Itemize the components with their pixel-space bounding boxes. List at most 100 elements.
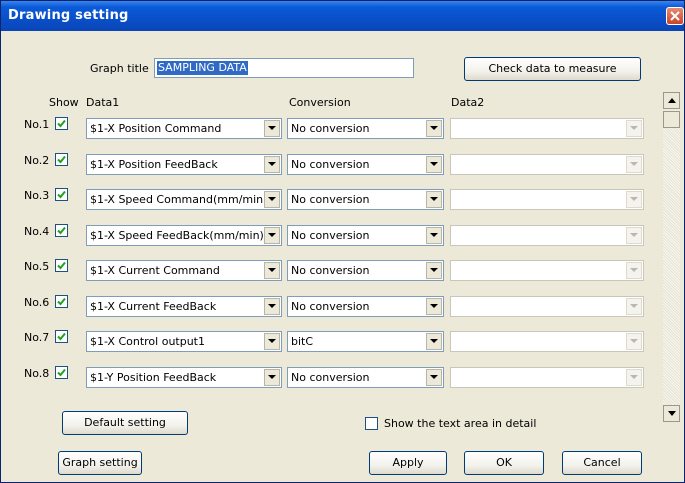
row-conversion-select[interactable]: No conversion — [287, 296, 444, 317]
default-setting-button[interactable]: Default setting — [62, 411, 188, 435]
row-conversion-value: No conversion — [291, 371, 370, 384]
row-data1-select[interactable]: $1-X Speed Command(mm/min) — [86, 189, 282, 210]
row-show-checkbox[interactable] — [55, 153, 68, 166]
scroll-up-button[interactable] — [663, 92, 680, 109]
row-data1-value: $1-X Current FeedBack — [90, 300, 217, 313]
check-data-button[interactable]: Check data to measure — [464, 57, 641, 81]
detail-checkbox-label: Show the text area in detail — [384, 417, 537, 430]
header-show: Show — [49, 96, 79, 109]
dropdown-button[interactable] — [426, 333, 442, 350]
row-conversion-select[interactable]: No conversion — [287, 189, 444, 210]
row-data2-select[interactable] — [450, 189, 644, 210]
row-conversion-select[interactable]: No conversion — [287, 118, 444, 139]
row-conversion-value: No conversion — [291, 229, 370, 242]
row-conversion-value: No conversion — [291, 122, 370, 135]
row-data1-value: $1-X Control output1 — [90, 335, 205, 348]
row-number: No.7 — [24, 331, 50, 344]
row-number: No.1 — [24, 118, 50, 131]
dropdown-button[interactable] — [626, 262, 642, 279]
dropdown-button[interactable] — [426, 227, 442, 244]
row-data1-value: $1-X Position Command — [90, 122, 222, 135]
row-conversion-value: bitC — [291, 335, 314, 348]
row-data2-select[interactable] — [450, 225, 644, 246]
dropdown-button[interactable] — [264, 227, 280, 244]
close-button[interactable] — [666, 7, 684, 25]
row-number: No.3 — [24, 189, 50, 202]
dropdown-button[interactable] — [626, 191, 642, 208]
row-number: No.6 — [24, 296, 50, 309]
dropdown-button[interactable] — [626, 333, 642, 350]
row-data1-value: $1-X Position FeedBack — [90, 158, 218, 171]
row-data1-value: $1-X Current Command — [90, 264, 220, 277]
cancel-button[interactable]: Cancel — [562, 451, 642, 475]
row-number: No.2 — [24, 154, 50, 167]
dropdown-button[interactable] — [626, 369, 642, 386]
row-show-checkbox[interactable] — [55, 117, 68, 130]
row-data2-select[interactable] — [450, 154, 644, 175]
vertical-scrollbar[interactable] — [663, 92, 680, 422]
dropdown-button[interactable] — [264, 191, 280, 208]
title-bar[interactable]: Drawing setting — [1, 1, 684, 31]
header-data1: Data1 — [86, 96, 120, 109]
row-data1-select[interactable]: $1-X Speed FeedBack(mm/min) — [86, 225, 282, 246]
row-data2-select[interactable] — [450, 296, 644, 317]
scroll-down-button[interactable] — [663, 405, 680, 422]
row-show-checkbox[interactable] — [55, 188, 68, 201]
row-data1-select[interactable]: $1-X Position Command — [86, 118, 282, 139]
row-conversion-select[interactable]: No conversion — [287, 260, 444, 281]
row-data2-select[interactable] — [450, 331, 644, 352]
dropdown-button[interactable] — [264, 262, 280, 279]
scroll-thumb[interactable] — [663, 111, 680, 128]
row-conversion-value: No conversion — [291, 158, 370, 171]
dropdown-button[interactable] — [426, 120, 442, 137]
row-data1-select[interactable]: $1-X Current Command — [86, 260, 282, 281]
row-show-checkbox[interactable] — [55, 295, 68, 308]
detail-checkbox[interactable] — [365, 417, 378, 430]
dropdown-button[interactable] — [264, 156, 280, 173]
row-show-checkbox[interactable] — [55, 330, 68, 343]
dropdown-button[interactable] — [626, 120, 642, 137]
dropdown-button[interactable] — [626, 156, 642, 173]
window-title: Drawing setting — [8, 8, 129, 23]
header-conversion: Conversion — [289, 96, 351, 109]
row-conversion-select[interactable]: No conversion — [287, 225, 444, 246]
row-conversion-value: No conversion — [291, 193, 370, 206]
dropdown-button[interactable] — [426, 369, 442, 386]
row-show-checkbox[interactable] — [55, 366, 68, 379]
dropdown-button[interactable] — [426, 262, 442, 279]
dropdown-button[interactable] — [264, 298, 280, 315]
row-conversion-select[interactable]: No conversion — [287, 367, 444, 388]
row-data2-select[interactable] — [450, 260, 644, 281]
graph-title-label: Graph title — [90, 62, 149, 75]
dropdown-button[interactable] — [426, 298, 442, 315]
dropdown-button[interactable] — [626, 298, 642, 315]
dropdown-button[interactable] — [264, 120, 280, 137]
row-conversion-select[interactable]: bitC — [287, 331, 444, 352]
row-data2-select[interactable] — [450, 118, 644, 139]
row-data2-select[interactable] — [450, 367, 644, 388]
dropdown-button[interactable] — [626, 227, 642, 244]
graph-title-input[interactable]: SAMPLING DATA — [154, 58, 414, 78]
dropdown-button[interactable] — [264, 369, 280, 386]
row-conversion-select[interactable]: No conversion — [287, 154, 444, 175]
row-number: No.4 — [24, 225, 50, 238]
header-data2: Data2 — [451, 96, 485, 109]
ok-button[interactable]: OK — [464, 451, 544, 475]
row-conversion-value: No conversion — [291, 300, 370, 313]
row-data1-value: $1-X Speed Command(mm/min) — [90, 193, 268, 206]
row-data1-select[interactable]: $1-X Position FeedBack — [86, 154, 282, 175]
row-show-checkbox[interactable] — [55, 259, 68, 272]
dropdown-button[interactable] — [426, 156, 442, 173]
row-data1-select[interactable]: $1-X Current FeedBack — [86, 296, 282, 317]
row-data1-select[interactable]: $1-X Control output1 — [86, 331, 282, 352]
dropdown-button[interactable] — [264, 333, 280, 350]
row-data1-select[interactable]: $1-Y Position FeedBack — [86, 367, 282, 388]
row-number: No.5 — [24, 260, 50, 273]
row-show-checkbox[interactable] — [55, 224, 68, 237]
graph-setting-button[interactable]: Graph setting — [58, 451, 142, 475]
dropdown-button[interactable] — [426, 191, 442, 208]
apply-button[interactable]: Apply — [369, 451, 447, 475]
graph-title-value: SAMPLING DATA — [157, 61, 248, 75]
row-data1-value: $1-Y Position FeedBack — [90, 371, 217, 384]
row-number: No.8 — [24, 367, 50, 380]
